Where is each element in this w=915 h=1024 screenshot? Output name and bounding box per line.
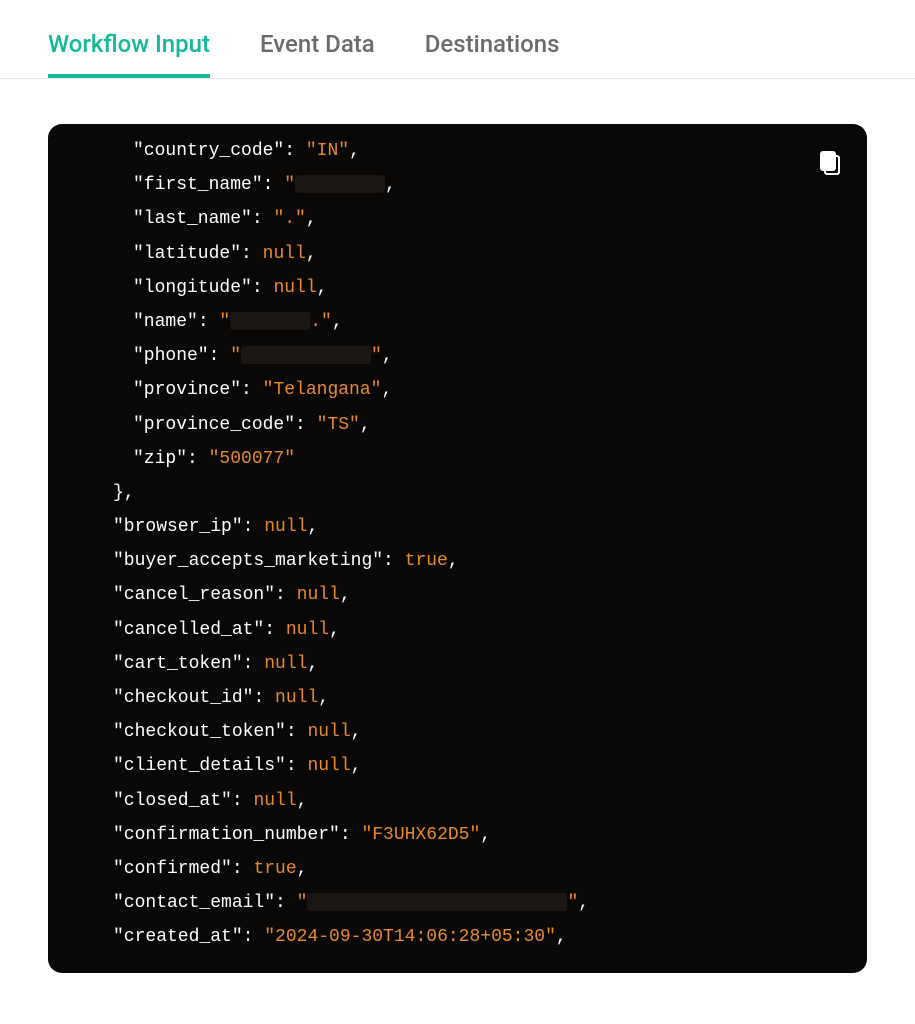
code-line: }, <box>68 476 847 510</box>
code-line: "closed_at": null, <box>68 784 847 818</box>
tab-destinations[interactable]: Destinations <box>425 30 560 78</box>
code-line: "checkout_token": null, <box>68 715 847 749</box>
code-line: "buyer_accepts_marketing": true, <box>68 544 847 578</box>
code-line: "zip": "500077" <box>68 442 847 476</box>
redacted-value <box>241 346 371 364</box>
code-content: "country_code": "IN","first_name": ","la… <box>68 134 847 955</box>
code-line: "cancel_reason": null, <box>68 578 847 612</box>
code-line: "cancelled_at": null, <box>68 613 847 647</box>
code-line: "province": "Telangana", <box>68 373 847 407</box>
code-line: "confirmation_number": "F3UHX62D5", <box>68 818 847 852</box>
redacted-value <box>307 893 567 911</box>
code-line: "cart_token": null, <box>68 647 847 681</box>
redacted-value <box>295 175 385 193</box>
code-line: "browser_ip": null, <box>68 510 847 544</box>
code-line: "confirmed": true, <box>68 852 847 886</box>
code-line: "country_code": "IN", <box>68 134 847 168</box>
tabs-bar: Workflow Input Event Data Destinations <box>0 0 915 79</box>
code-line: "created_at": "2024-09-30T14:06:28+05:30… <box>68 920 847 954</box>
code-block: "country_code": "IN","first_name": ","la… <box>48 124 867 973</box>
code-line: "last_name": ".", <box>68 202 847 236</box>
code-line: "name": ".", <box>68 305 847 339</box>
code-line: "checkout_id": null, <box>68 681 847 715</box>
tab-event-data[interactable]: Event Data <box>260 30 375 78</box>
code-line: "latitude": null, <box>68 237 847 271</box>
copy-icon[interactable] <box>818 149 842 177</box>
redacted-value <box>230 312 310 330</box>
code-line: "first_name": ", <box>68 168 847 202</box>
code-line: "longitude": null, <box>68 271 847 305</box>
tab-workflow-input[interactable]: Workflow Input <box>48 30 210 78</box>
code-line: "contact_email": "", <box>68 886 847 920</box>
code-line: "phone": "", <box>68 339 847 373</box>
code-line: "province_code": "TS", <box>68 408 847 442</box>
code-line: "client_details": null, <box>68 749 847 783</box>
